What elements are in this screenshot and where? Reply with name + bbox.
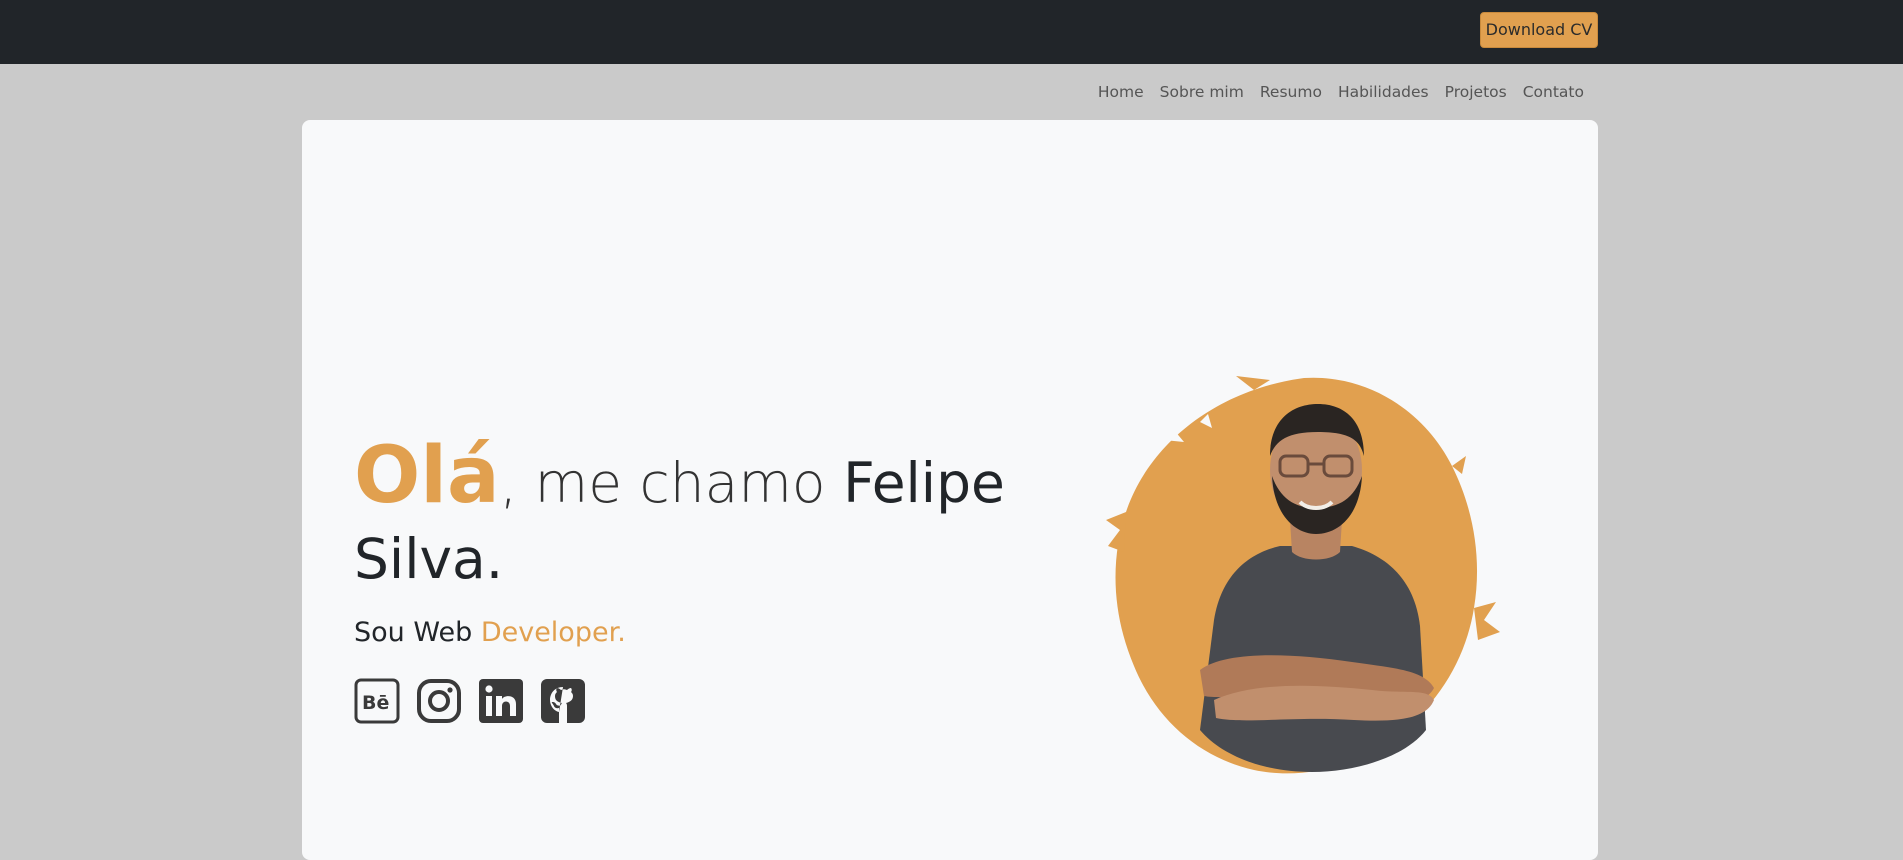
instagram-icon[interactable] (416, 678, 462, 724)
nav-item-contato[interactable]: Contato (1515, 83, 1592, 101)
nav-item-sobre-mim[interactable]: Sobre mim (1152, 83, 1252, 101)
nav-item-projetos[interactable]: Projetos (1437, 83, 1515, 101)
nav-item-resumo[interactable]: Resumo (1252, 83, 1330, 101)
greeting: Olá (354, 431, 500, 521)
top-bar: Download CV (0, 0, 1903, 64)
role-prefix: Sou Web (354, 617, 481, 648)
role-accent: Developer. (480, 617, 626, 648)
svg-text:Bē: Bē (362, 692, 389, 714)
social-links: Bē (354, 678, 586, 724)
behance-icon[interactable]: Bē (354, 678, 400, 724)
last-name: Silva. (354, 527, 504, 591)
linkedin-icon[interactable] (478, 678, 524, 724)
hero-card: Olá, me chamo Felipe Silva. Sou Web Deve… (302, 120, 1598, 860)
hero-title: Olá, me chamo Felipe Silva. (354, 437, 1034, 597)
role-subtitle: Sou Web Developer. (354, 617, 626, 648)
nav-item-home[interactable]: Home (1090, 83, 1152, 101)
intro-text: , me chamo (499, 451, 844, 515)
download-cv-button[interactable]: Download CV (1480, 12, 1598, 48)
first-name: Felipe (843, 451, 1005, 515)
nav-item-habilidades[interactable]: Habilidades (1330, 83, 1437, 101)
main-nav: Home Sobre mim Resumo Habilidades Projet… (1090, 80, 1592, 104)
profile-photo (1106, 376, 1500, 774)
github-icon[interactable] (540, 678, 586, 724)
